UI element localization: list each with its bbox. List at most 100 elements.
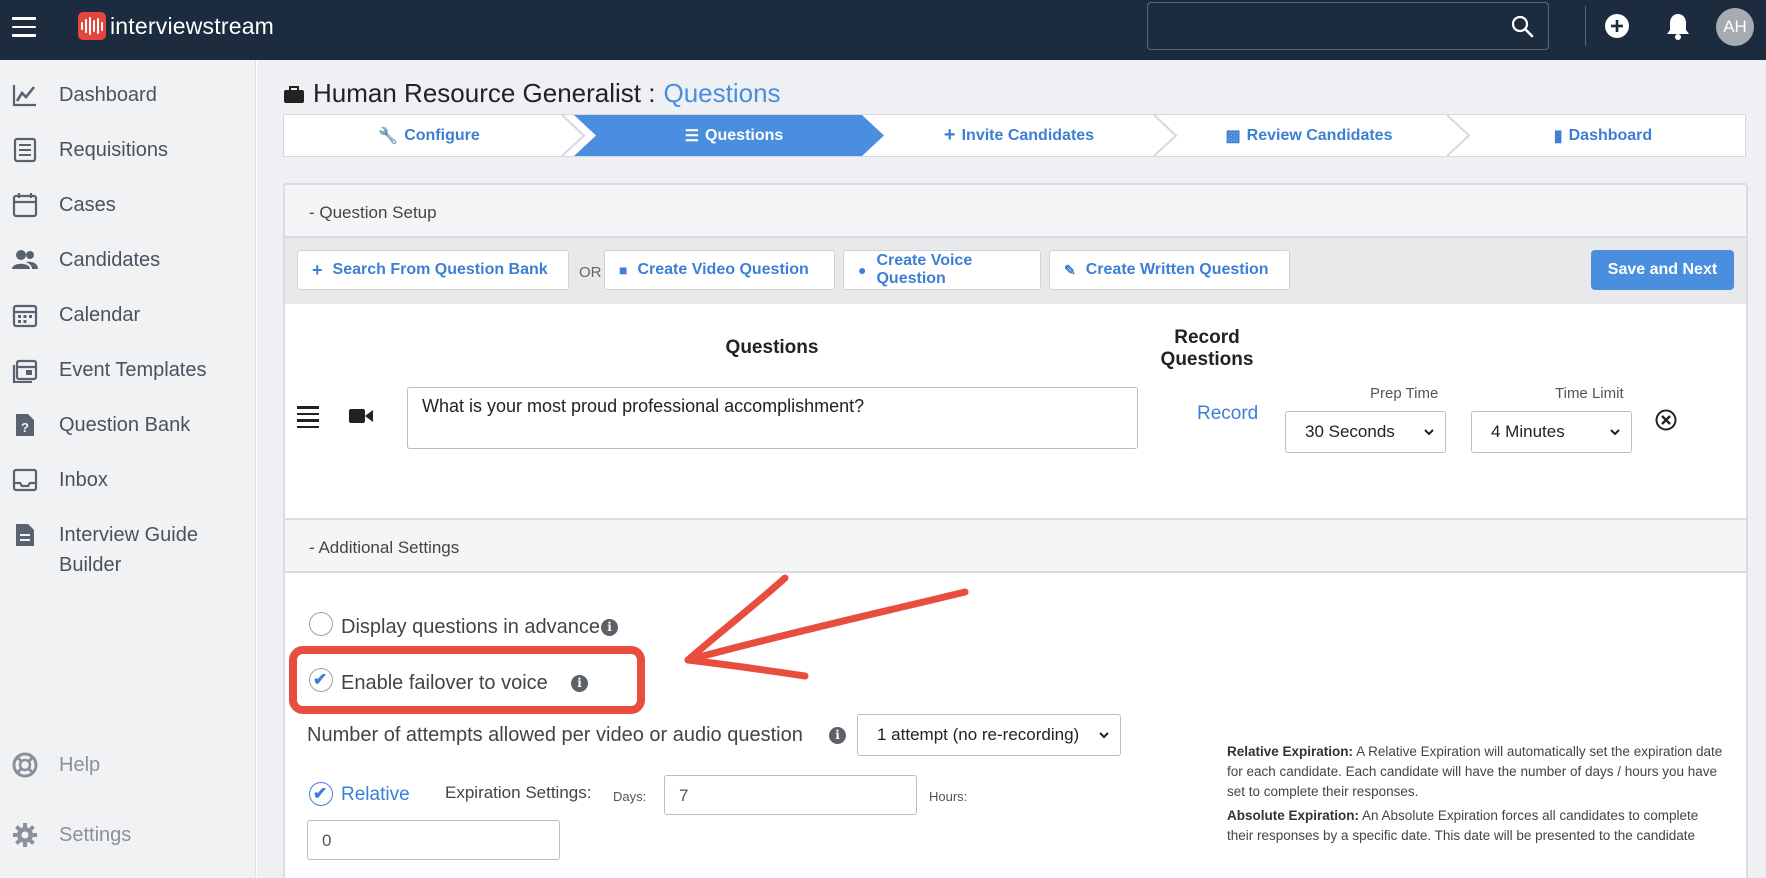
download-box-icon: ▩ <box>1225 127 1241 145</box>
prep-time-select[interactable]: 30 Seconds <box>1285 411 1446 453</box>
absolute-expiration-help: Absolute Expiration: An Absolute Expirat… <box>1227 806 1727 846</box>
hours-label: Hours: <box>929 789 968 804</box>
sidebar-label: Calendar <box>59 304 141 326</box>
plus-icon: + <box>943 124 956 146</box>
video-camera-icon <box>349 409 373 423</box>
logo-waveform-icon <box>78 12 106 40</box>
lifebuoy-icon <box>12 752 38 778</box>
relative-expiration-radio[interactable]: ✔ <box>309 782 333 806</box>
sidebar-label: Candidates <box>59 249 161 271</box>
calendar-grid-icon <box>12 304 38 328</box>
brand-logo[interactable]: interviewstream <box>78 12 274 40</box>
sidebar-label: Help <box>59 754 101 776</box>
brand-name: interviewstream <box>110 12 275 39</box>
relative-expiration-help: Relative Expiration: A Relative Expirati… <box>1227 742 1727 802</box>
step-label: Invite Candidates <box>961 126 1095 144</box>
step-review-candidates[interactable]: ▩ Review Candidates <box>1164 115 1454 156</box>
help-title: Absolute Expiration: <box>1227 808 1360 823</box>
button-label: Search From Question Bank <box>332 261 548 278</box>
create-video-question-button[interactable]: ■ Create Video Question <box>604 250 835 290</box>
relative-label[interactable]: Relative <box>341 784 410 806</box>
question-toolbar: + Search From Question Bank OR ■ Create … <box>285 238 1746 304</box>
display-in-advance-label: Display questions in advance <box>341 616 601 638</box>
step-label: Questions <box>705 126 784 144</box>
days-input[interactable]: 7 <box>664 775 917 815</box>
hours-input[interactable]: 0 <box>307 820 560 860</box>
button-label: Create Written Question <box>1085 261 1269 278</box>
sidebar-label: Event Templates <box>59 359 207 381</box>
template-calendar-icon <box>12 359 38 383</box>
expiration-settings-label: Expiration Settings: <box>445 783 592 802</box>
drag-handle-icon[interactable] <box>297 406 319 428</box>
prep-time-label: Prep Time <box>1370 385 1439 402</box>
sidebar-label: Inbox <box>59 469 108 491</box>
search-input[interactable] <box>1147 2 1549 50</box>
button-label: Create Voice Question <box>876 252 973 287</box>
chevron-down-icon <box>1610 429 1620 436</box>
question-text-field[interactable]: What is your most proud professional acc… <box>407 387 1138 449</box>
chevron-down-icon <box>1099 732 1109 739</box>
sidebar-label: Requisitions <box>59 139 168 161</box>
additional-settings-header[interactable]: - Additional Settings <box>285 520 1746 573</box>
notification-bell-icon[interactable] <box>1665 12 1691 40</box>
record-header-line: Questions <box>1160 349 1254 370</box>
calendar-icon <box>12 193 38 218</box>
user-avatar[interactable]: AH <box>1716 8 1754 46</box>
search-question-bank-button[interactable]: + Search From Question Bank <box>297 250 569 290</box>
time-limit-select[interactable]: 4 Minutes <box>1471 411 1632 453</box>
display-in-advance-checkbox[interactable] <box>309 612 333 636</box>
gear-icon <box>13 823 37 847</box>
svg-text:?: ? <box>21 420 29 435</box>
days-label: Days: <box>613 789 647 804</box>
chart-line-icon <box>12 85 36 107</box>
video-camera-icon: ■ <box>619 262 628 278</box>
add-circle-icon[interactable] <box>1604 13 1630 39</box>
step-configure[interactable]: 🔧 Configure <box>284 115 574 156</box>
help-title: Relative Expiration: <box>1227 744 1354 759</box>
plus-icon: + <box>312 259 323 280</box>
step-label: Configure <box>404 126 480 144</box>
workflow-steps: 🔧 Configure ☰ Questions + Invite Candida… <box>283 114 1746 157</box>
step-invite-candidates[interactable]: + Invite Candidates <box>874 115 1164 156</box>
requisition-name: Human Resource Generalist : <box>313 78 656 108</box>
step-questions[interactable]: ☰ Questions <box>594 115 874 156</box>
questions-column-header: Questions <box>725 337 819 358</box>
list-doc-icon <box>13 137 37 163</box>
step-dashboard[interactable]: ▮ Dashboard <box>1459 115 1747 156</box>
info-icon[interactable]: i <box>601 619 618 636</box>
search-icon[interactable] <box>1510 14 1534 38</box>
checkmark-icon: ✔ <box>313 784 328 803</box>
top-bar: interviewstream AH <box>0 0 1766 60</box>
sidebar-label: Question Bank <box>59 414 191 436</box>
page-title: Human Resource Generalist : Questions <box>283 78 781 109</box>
top-bar-divider <box>1585 6 1586 46</box>
select-value: 30 Seconds <box>1305 422 1395 441</box>
create-written-question-button[interactable]: ✎ Create Written Question <box>1049 250 1290 290</box>
info-icon[interactable]: i <box>829 727 846 744</box>
sidebar-label: Cases <box>59 194 116 216</box>
attempts-label: Number of attempts allowed per video or … <box>307 724 803 746</box>
numbered-list-icon: ☰ <box>684 127 700 145</box>
page-section: Questions <box>663 78 781 108</box>
record-link[interactable]: Record <box>1197 403 1258 425</box>
record-header-line: Record <box>1174 327 1240 348</box>
question-doc-icon: ? <box>16 414 34 436</box>
people-icon <box>12 250 38 269</box>
annotation-highlight-box <box>289 646 645 714</box>
sidebar-label: Dashboard <box>59 84 157 106</box>
document-icon <box>16 524 34 546</box>
question-setup-header[interactable]: - Question Setup <box>285 185 1746 238</box>
select-value: 4 Minutes <box>1491 422 1565 441</box>
save-and-next-button[interactable]: Save and Next <box>1591 250 1734 290</box>
hamburger-menu-icon[interactable] <box>12 17 38 37</box>
record-questions-column-header: Record Questions <box>1142 327 1272 371</box>
sidebar: Dashboard Requisitions Cases Candidates … <box>0 60 256 878</box>
remove-question-icon[interactable] <box>1655 409 1677 431</box>
inbox-icon <box>12 468 38 492</box>
button-label: Create Video Question <box>637 261 809 278</box>
create-voice-question-button[interactable]: ● Create Voice Question <box>843 250 1041 290</box>
attempts-select[interactable]: 1 attempt (no re-recording) <box>857 714 1121 756</box>
wrench-icon: 🔧 <box>378 127 399 145</box>
main-content: Human Resource Generalist : Questions 🔧 … <box>257 60 1766 878</box>
step-label: Review Candidates <box>1246 126 1393 144</box>
